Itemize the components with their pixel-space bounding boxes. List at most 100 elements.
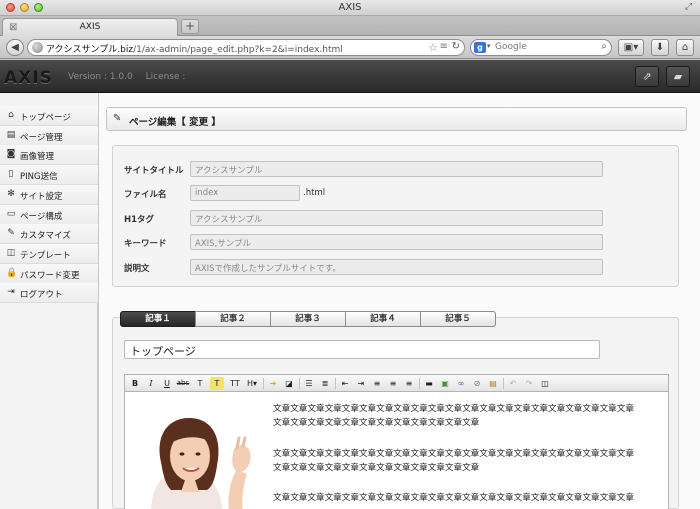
sidebar-item-label: テンプレート (20, 250, 71, 261)
page-title: ページ編集【 変更 】 (129, 117, 221, 128)
bullet-list-icon[interactable]: ☰ (302, 377, 316, 390)
toolbar-separator (263, 378, 264, 389)
outdent-icon[interactable]: ⇤ (338, 377, 352, 390)
browser-tab[interactable]: ⊠ AXIS (2, 18, 178, 36)
bold-icon[interactable]: B (128, 377, 142, 390)
undo-icon[interactable]: ↶ (506, 377, 520, 390)
sidebar-item[interactable]: ▤ ページ管理 (0, 125, 98, 146)
sidebar-item[interactable]: ◙ 画像管理 (0, 145, 98, 166)
site-title-field[interactable]: アクシスサンプル (190, 161, 603, 177)
description-field[interactable]: AXISで作成したサンプルサイトです。 (190, 259, 603, 275)
address-text[interactable]: アクシスサンプル.biz/1/ax-admin/page_edit.php?k=… (46, 42, 343, 55)
indent-icon[interactable]: ⇥ (354, 377, 368, 390)
sample-woman-photo (133, 414, 271, 509)
keywords-label: キーワード (124, 239, 167, 249)
back-button[interactable]: ◀ (6, 39, 24, 56)
highlight-icon[interactable]: T (210, 377, 224, 390)
editor-body[interactable]: 文章文章文章文章文章文章文章文章文章文章文章文章文章文章文章文章文章文章文章文章… (124, 392, 669, 509)
paragraph-line: 文章文章文章文章文章文章文章文章文章文章文章文章文章文章文章文章文章文章文章文章… (273, 449, 634, 459)
description-label: 説明文 (124, 264, 150, 274)
sidebar-item[interactable]: ✻ サイト設定 (0, 184, 98, 205)
search-engine-caret-icon[interactable]: ▾ (487, 42, 491, 50)
underline-icon[interactable]: U (160, 377, 174, 390)
download-button[interactable]: ⬇ (651, 39, 669, 56)
keywords-field[interactable]: AXIS,サンプル (190, 234, 603, 250)
sidebar-item[interactable]: ⌂ トップページ (0, 106, 98, 126)
arrow-icon[interactable]: ➔ (266, 377, 280, 390)
align-center-icon[interactable]: ≡ (386, 377, 400, 390)
paragraph-line: 文章文章文章文章文章文章文章文章文章文章文章文章文章文章文章文章文章文章文章文章… (273, 493, 634, 503)
sidebar-item[interactable]: ✎ カスタマイズ (0, 224, 98, 245)
sidebar-item[interactable]: ▭ ページ構成 (0, 204, 98, 225)
link-icon[interactable]: ∞ (454, 377, 468, 390)
paragraph-line: 文章文章文章文章文章文章文章文章文章文章文章文章 (273, 463, 480, 473)
article-tab[interactable]: 記事３ (270, 311, 346, 327)
external-link-button[interactable]: ⇗ (635, 66, 659, 87)
search-input[interactable]: Google (495, 42, 527, 52)
columns-icon: ◫ (6, 247, 16, 258)
article-tab[interactable]: 記事１ (120, 311, 196, 327)
article-tab[interactable]: 記事５ (420, 311, 496, 327)
search-bar[interactable]: g ▾ Google ⌕ (470, 39, 612, 56)
h1-label: H1タグ (124, 215, 155, 225)
h1-field[interactable]: アクシスサンプル (190, 210, 603, 226)
sidebar-item-label: 画像管理 (20, 152, 55, 163)
redo-icon[interactable]: ↷ (522, 377, 536, 390)
editor-paragraph: 文章文章文章文章文章文章文章文章文章文章文章文章文章文章文章文章文章文章文章文章… (273, 402, 668, 430)
numbered-list-icon[interactable]: ≣ (318, 377, 332, 390)
screen-menu-button[interactable]: ▣▾ (618, 39, 644, 56)
strikethrough-icon[interactable]: abc (176, 377, 190, 390)
document-icon: ▤ (6, 129, 16, 140)
align-left-icon[interactable]: ≡ (370, 377, 384, 390)
sidebar-item-label: トップページ (20, 113, 71, 123)
file-name-field[interactable]: index (190, 185, 300, 201)
text-color-icon[interactable]: T (193, 377, 207, 390)
sidebar-item[interactable]: ⇥ ログアウト (0, 283, 98, 304)
sidebar-item-label: PING送信 (20, 172, 58, 183)
sidebar-spacer (0, 93, 98, 106)
editor-paragraph: 文章文章文章文章文章文章文章文章文章文章文章文章文章文章文章文章文章文章文章文章… (273, 491, 668, 505)
gear-icon: ✻ (7, 188, 15, 199)
font-size-icon[interactable]: TT (227, 377, 243, 390)
wrench-icon: ✎ (7, 228, 15, 239)
app-meta: Version : 1.0.0 License : (68, 72, 195, 82)
article-tab[interactable]: 記事２ (195, 311, 271, 327)
sidebar-item[interactable]: ▯ PING送信 (0, 165, 98, 186)
sidebar-item-label: カスタマイズ (20, 231, 71, 242)
reload-icon[interactable]: ↻ (452, 41, 460, 52)
search-icon[interactable]: ⌕ (601, 41, 607, 52)
file-name-label: ファイル名 (124, 190, 167, 200)
eraser-icon[interactable]: ◪ (282, 377, 296, 390)
fullscreen-icon[interactable]: ⤢ (685, 2, 695, 12)
app-logo[interactable]: AXIS (4, 68, 53, 88)
article-tab[interactable]: 記事４ (345, 311, 421, 327)
heading-icon[interactable]: H▾ (244, 377, 260, 390)
globe-icon (32, 42, 43, 53)
reader-icon[interactable]: ≡ (440, 41, 448, 52)
address-bar[interactable]: アクシスサンプル.biz/1/ax-admin/page_edit.php?k=… (27, 39, 465, 56)
source-icon[interactable]: ◫ (538, 377, 552, 390)
browser-toolbar: ◀ アクシスサンプル.biz/1/ax-admin/page_edit.php?… (0, 36, 700, 59)
window-titlebar: AXIS ⤢ (0, 0, 700, 16)
new-tab-button[interactable]: + (181, 19, 199, 34)
editor-paragraph: 文章文章文章文章文章文章文章文章文章文章文章文章文章文章文章文章文章文章文章文章… (273, 447, 668, 475)
book-button[interactable]: ▰ (666, 66, 690, 87)
sidebar-item[interactable]: ◫ テンプレート (0, 243, 98, 264)
paste-icon[interactable]: ▤ (486, 377, 500, 390)
horizontal-rule-icon[interactable]: ▬ (422, 377, 436, 390)
article-title-field[interactable]: トップページ (124, 340, 600, 359)
browser-tabbar: ⊠ AXIS + (0, 16, 700, 36)
sidebar-item-label: パスワード変更 (20, 270, 80, 281)
bookmark-star-icon[interactable]: ☆ (428, 41, 438, 54)
italic-icon[interactable]: I (144, 377, 158, 390)
paragraph-line: 文章文章文章文章文章文章文章文章文章文章文章文章 (273, 418, 480, 428)
image-icon[interactable]: ▣ (438, 377, 452, 390)
align-right-icon[interactable]: ≡ (402, 377, 416, 390)
toolbar-separator (299, 378, 300, 389)
sidebar-item[interactable]: 🔒 パスワード変更 (0, 263, 98, 284)
home-button[interactable]: ⌂ (676, 39, 694, 56)
camera-icon: ◙ (6, 149, 16, 160)
external-link-icon: ⇗ (642, 70, 652, 83)
unlink-icon[interactable]: ⊘ (470, 377, 484, 390)
file-extension-text: .html (303, 188, 326, 198)
